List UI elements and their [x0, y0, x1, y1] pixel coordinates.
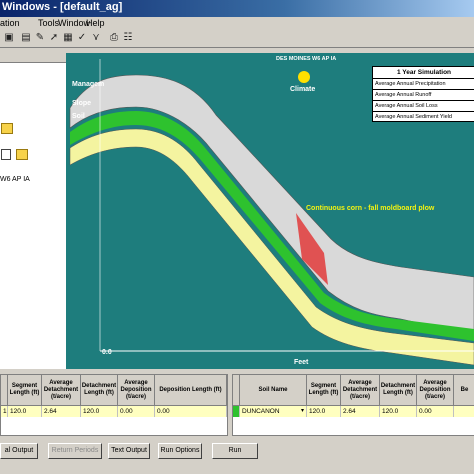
simulation-summary-table: 1 Year Simulation Average Annual Precipi…	[372, 66, 474, 122]
grid-header: Detachment Length (ft)	[81, 375, 118, 406]
climate-label[interactable]: Climate	[290, 86, 315, 93]
grid-header	[1, 375, 8, 406]
simulation-title: 1 Year Simulation	[373, 67, 474, 79]
grid-header: Average Deposition (t/acre)	[118, 375, 155, 406]
folder-icon[interactable]	[1, 123, 13, 134]
climate-location-label[interactable]: W6 AP IA	[0, 176, 30, 183]
grid-header: Segment Length (ft)	[307, 375, 341, 406]
table-cell[interactable]: 2.64	[42, 406, 81, 417]
folder-icon[interactable]	[16, 149, 28, 160]
grid-header: Detachment Length (ft)	[380, 375, 417, 406]
table-cell[interactable]	[454, 406, 474, 417]
run-button[interactable]: Run	[212, 443, 258, 459]
x-axis-label: Feet	[294, 359, 309, 366]
table-cell[interactable]: 0.00	[417, 406, 454, 417]
cursor-icon[interactable]: ➚	[48, 32, 60, 44]
soil-color-swatch	[233, 406, 240, 417]
segment-results-grid-right: Soil Name Segment Length (ft) Average De…	[232, 374, 474, 436]
soil-icon[interactable]: ▦	[62, 32, 74, 44]
grid-header: Soil Name	[240, 375, 307, 406]
slope-label[interactable]: Slope	[72, 100, 91, 107]
soil-name-select[interactable]: DUNCANON ▾	[240, 406, 307, 417]
run-options-button[interactable]: Run Options	[158, 443, 202, 459]
chevron-icon[interactable]: ⋎	[90, 32, 102, 44]
document-icon[interactable]	[1, 149, 11, 160]
table-cell[interactable]: 2.64	[341, 406, 380, 417]
table-cell[interactable]: 0.00	[155, 406, 227, 417]
grid-header: Average Deposition (t/acre)	[417, 375, 454, 406]
soil-name-value: DUNCANON	[242, 408, 280, 415]
text-output-button[interactable]: Text Output	[108, 443, 150, 459]
table-cell[interactable]: 1	[1, 406, 8, 417]
checkmark-icon[interactable]: ✓	[76, 32, 88, 44]
summary-row-sediment-yield: Average Annual Sediment Yield	[375, 114, 452, 120]
menu-item-partial[interactable]: ation	[0, 18, 20, 28]
table-cell[interactable]: 120.0	[8, 406, 42, 417]
management-label[interactable]: Managem	[72, 81, 104, 88]
table-cell[interactable]: 120.0	[380, 406, 417, 417]
table-cell[interactable]: 120.0	[81, 406, 118, 417]
options-icon[interactable]: ☷	[122, 32, 134, 44]
summary-row-precipitation: Average Annual Precipitation	[373, 79, 474, 90]
table-cell[interactable]: 0.00	[118, 406, 155, 417]
menu-item-help[interactable]: Help	[86, 18, 105, 28]
grid-header: Segment Length (ft)	[8, 375, 42, 406]
sun-icon	[298, 71, 310, 83]
soil-label[interactable]: Soil	[72, 113, 85, 120]
grid-header: Average Detachment (t/acre)	[341, 375, 380, 406]
chevron-down-icon[interactable]: ▾	[301, 406, 304, 417]
floppy-icon[interactable]: ▣	[3, 32, 15, 44]
grid-header	[233, 375, 240, 406]
grid-header: Average Detachment (t/acre)	[42, 375, 81, 406]
toolbar: ▣ ▤ ✎ ➚ ▦ ✓ ⋎ ⎙ ☷	[0, 30, 474, 48]
annual-output-button[interactable]: al Output	[0, 443, 38, 459]
station-label: DES MOINES W6 AP IA	[276, 56, 337, 62]
grid-header: Deposition Length (ft)	[155, 375, 227, 406]
wrench-icon[interactable]: ✎	[34, 32, 46, 44]
project-tree-panel: W6 AP IA	[0, 62, 67, 369]
segment-results-grid-left: Segment Length (ft) Average Detachment (…	[0, 374, 228, 436]
crop-label[interactable]: Continuous corn - fall moldboard plow	[306, 205, 434, 212]
menu-item-tools[interactable]: Tools	[38, 18, 59, 28]
chart-icon[interactable]: ▤	[20, 32, 32, 44]
print-icon[interactable]: ⎙	[108, 32, 120, 44]
summary-row-soil-loss: Average Annual Soil Loss	[373, 101, 474, 112]
table-cell[interactable]: 120.0	[307, 406, 341, 417]
grid-header: Be	[454, 375, 474, 406]
summary-row-runoff: Average Annual Runoff	[373, 90, 474, 101]
title-bar: Windows - [default_ag]	[0, 0, 474, 17]
menu-bar: ation Tools Window Help	[0, 17, 474, 30]
x-axis-tick: 0.0	[102, 349, 112, 356]
window-title: Windows - [default_ag]	[2, 1, 123, 13]
return-periods-button[interactable]: Return Periods	[48, 443, 102, 459]
